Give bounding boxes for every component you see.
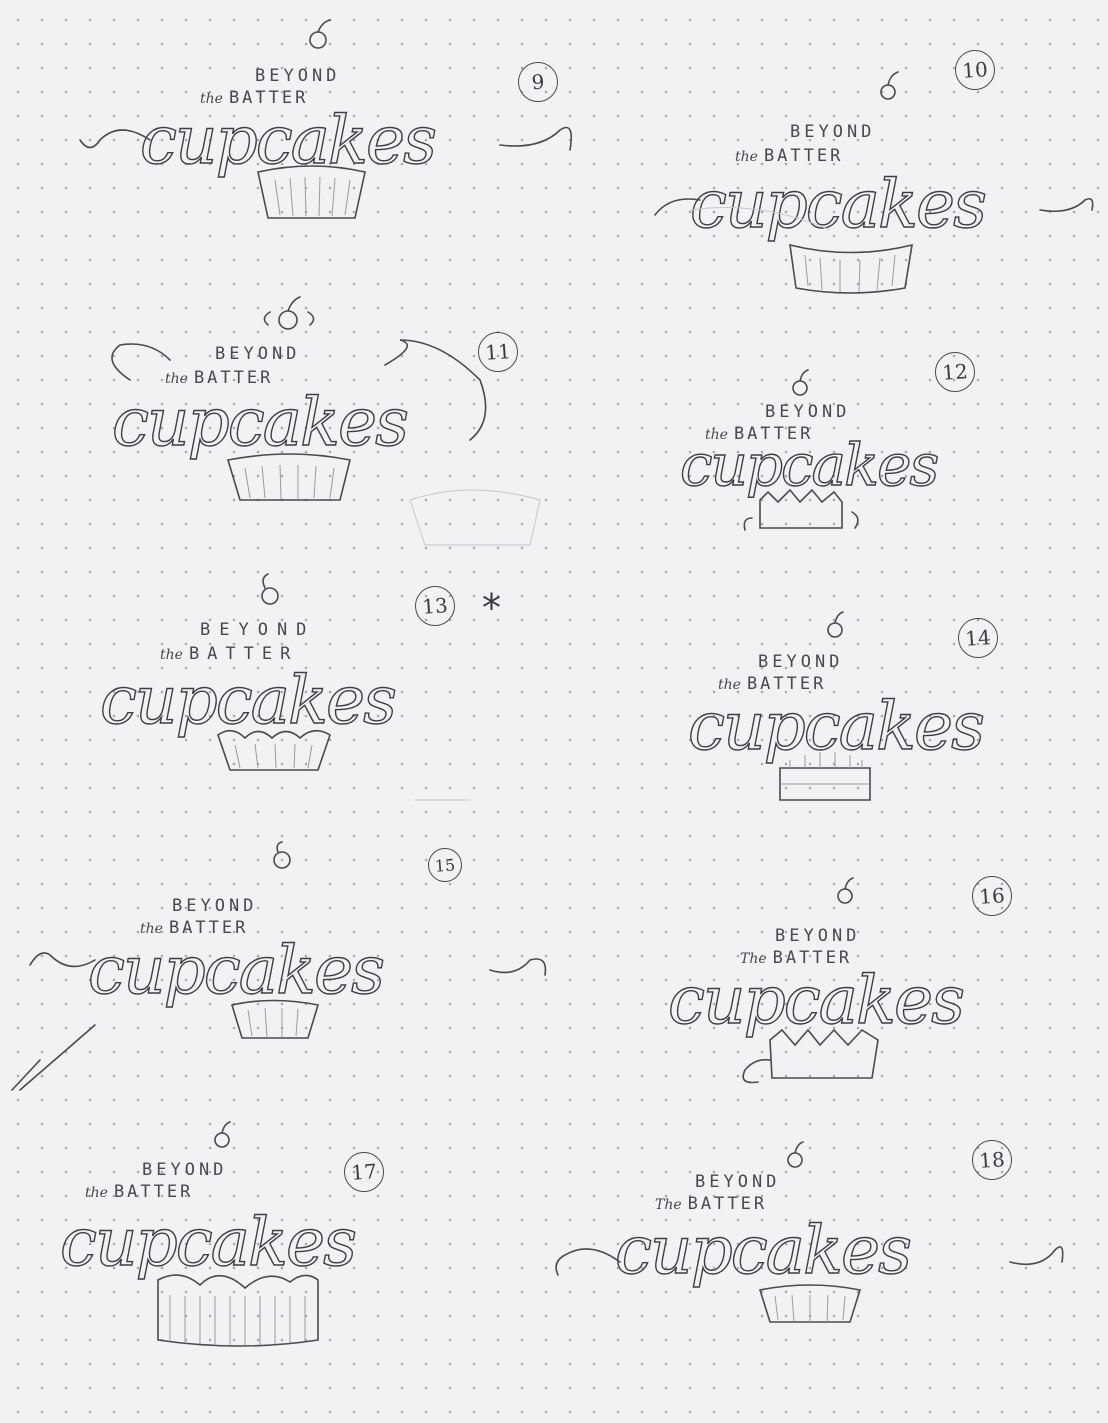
star-mark: * <box>482 586 501 630</box>
cupcake-liner-icon <box>157 1274 319 1347</box>
cherry-icon <box>263 296 315 330</box>
sketch-the: the <box>85 1185 108 1201</box>
cherry-icon <box>837 877 854 904</box>
cherry-icon <box>880 71 899 100</box>
sketch-the: the <box>735 149 758 165</box>
sketch-batter: BATTER <box>687 1194 768 1214</box>
sketch-number: 14 <box>956 616 1000 660</box>
cherry-icon <box>827 611 844 638</box>
sketch-number: 18 <box>970 1138 1014 1182</box>
cherry-icon <box>261 573 279 605</box>
sketch-wordmark: cupcakes <box>139 102 437 179</box>
sketch-the: the <box>160 647 183 663</box>
sketch-line1: BEYOND <box>255 66 341 86</box>
cherry-icon <box>273 841 291 869</box>
cherry-icon <box>787 1141 804 1168</box>
sketch-batter: BATTER <box>188 644 299 664</box>
sketch-line1: BEYOND <box>200 620 316 640</box>
sketch-batter: BATTER <box>113 1182 194 1202</box>
sketch-line2: the BATTER <box>85 1182 193 1202</box>
sketch-line2: The BATTER <box>655 1194 767 1214</box>
sketch-number: 11 <box>476 330 520 374</box>
sketch-number: 10 <box>953 48 997 92</box>
sketchbook-page: 9 BEYOND the BATTER cupcakes 10 BEYOND th… <box>0 0 1108 1423</box>
sketch-line1: BEYOND <box>695 1172 781 1192</box>
cherry-icon <box>214 1121 231 1148</box>
sketch-number: 13 <box>413 584 457 628</box>
sketch-line2: the BATTER <box>160 644 298 664</box>
sketch-the: The <box>655 1197 682 1213</box>
cherry-icon <box>792 369 809 396</box>
sketch-wordmark: cupcakes <box>99 662 397 739</box>
sketch-wordmark: cupcakes <box>614 1212 912 1289</box>
sketch-batter: BATTER <box>763 146 844 166</box>
sketch-wordmark: cupcakes <box>59 1204 357 1281</box>
sketch-wordmark: cupcakes <box>87 932 385 1009</box>
sketch-number: 12 <box>933 350 977 394</box>
sketch-wordmark: cupcakes <box>689 166 987 243</box>
sketch-line1: BEYOND <box>142 1160 228 1180</box>
sketch-number: 17 <box>342 1150 386 1194</box>
sketch-number: 15 <box>426 846 464 884</box>
sketch-wordmark: cupcakes <box>679 431 940 499</box>
sketch-line2: the BATTER <box>735 146 843 166</box>
sketch-wordmark: cupcakes <box>111 384 409 461</box>
cupcake-liner-icon <box>758 1284 862 1323</box>
sketch-number: 16 <box>970 874 1014 918</box>
cupcake-liner-icon <box>789 243 913 294</box>
sketch-line1: BEYOND <box>790 122 876 142</box>
sketch-wordmark: cupcakes <box>667 962 965 1039</box>
sketch-line1: BEYOND <box>215 344 301 364</box>
sketch-number: 9 <box>516 60 560 104</box>
sketch-line1: BEYOND <box>775 926 861 946</box>
sketch-wordmark: cupcakes <box>687 688 985 765</box>
sketch-line1: BEYOND <box>172 896 258 916</box>
cherry-icon <box>309 19 331 49</box>
sketch-line1: BEYOND <box>765 402 851 422</box>
sketch-line1: BEYOND <box>758 652 844 672</box>
